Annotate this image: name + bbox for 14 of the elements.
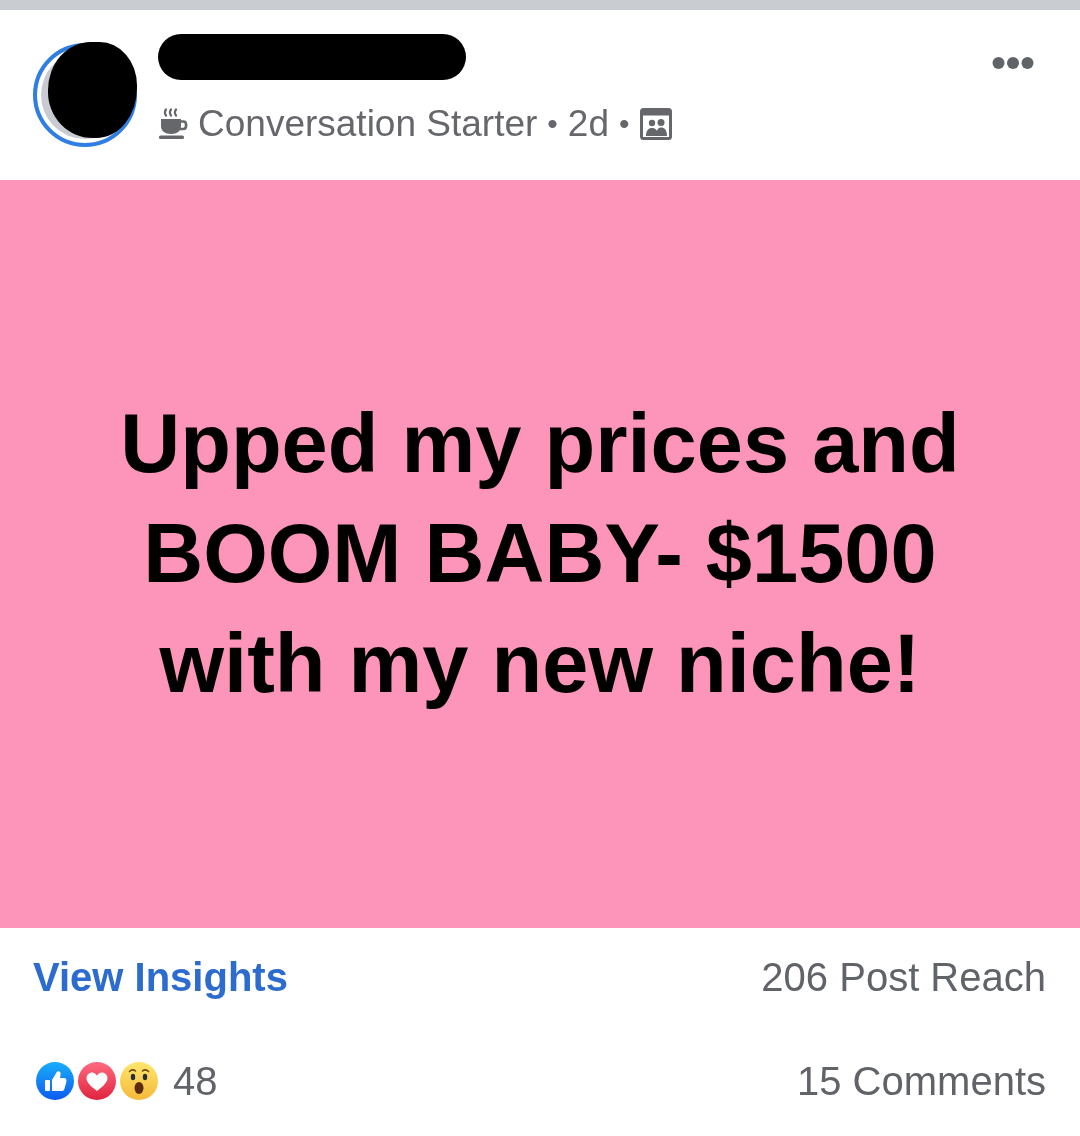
badge-label: Conversation Starter: [198, 104, 538, 144]
separator-dot: •: [547, 106, 558, 142]
thumbs-up-icon[interactable]: [33, 1059, 77, 1103]
separator-dot: •: [619, 106, 630, 142]
coffee-cup-icon: [158, 108, 188, 140]
surprised-face-icon[interactable]: [117, 1059, 161, 1103]
people-icon[interactable]: [639, 108, 672, 140]
view-insights-link[interactable]: View Insights: [33, 954, 288, 1000]
post-time: 2d: [567, 104, 609, 144]
post-text: Upped my prices and BOOM BABY- $1500 with my new niche!: [120, 396, 960, 712]
more-icon[interactable]: [992, 56, 1034, 70]
reaction-count[interactable]: 48: [173, 1058, 218, 1104]
comment-count[interactable]: 15 Comments: [797, 1058, 1046, 1104]
post-reach: 206 Post Reach: [761, 954, 1046, 1000]
